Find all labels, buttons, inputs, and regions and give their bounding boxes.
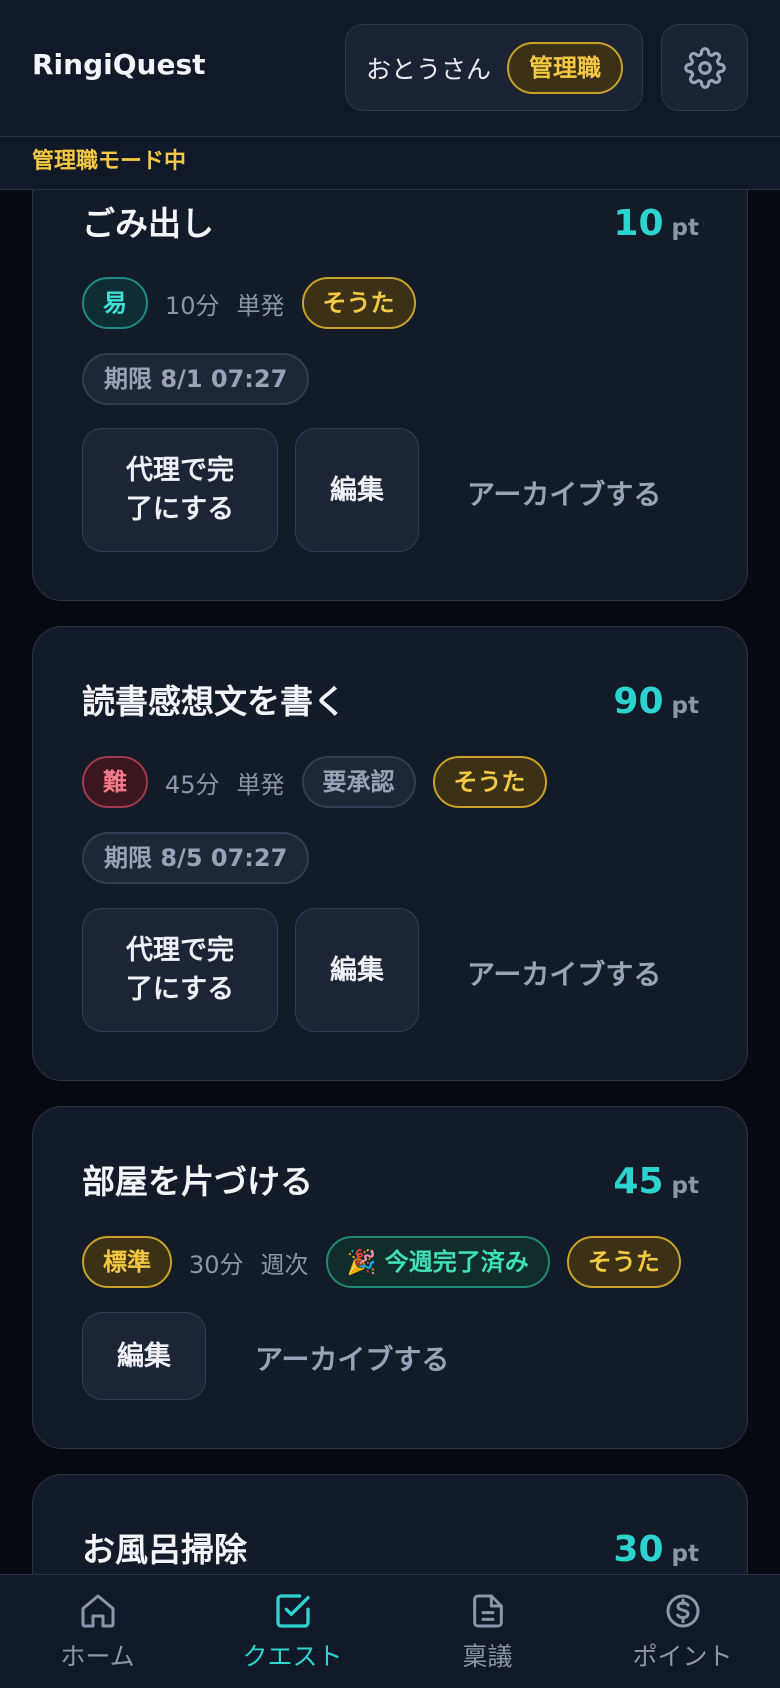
nav-label: ポイント bbox=[632, 1642, 733, 1671]
points-unit: pt bbox=[671, 1541, 699, 1567]
quest-tags: 難 45分 単発 要承認 そうた bbox=[82, 756, 547, 808]
points-unit: pt bbox=[671, 215, 699, 241]
points-unit: pt bbox=[671, 693, 699, 719]
approval-badge: 要承認 bbox=[301, 756, 416, 808]
assignee-badge: そうた bbox=[566, 1236, 681, 1288]
bottom-nav: ホーム クエスト 稟議 ポイント bbox=[0, 1574, 780, 1688]
archive-button[interactable]: アーカイブする bbox=[467, 953, 661, 993]
edit-button[interactable]: 編集 bbox=[295, 428, 419, 552]
deadline-badge: 期限 8/5 07:27 bbox=[82, 832, 310, 884]
coin-icon bbox=[666, 1594, 699, 1628]
frequency-label: 単発 bbox=[236, 770, 285, 799]
role-badge: 管理職 bbox=[507, 41, 624, 94]
app-header: RingiQuest おとうさん 管理職 bbox=[0, 0, 780, 137]
quest-title: お風呂掃除 bbox=[82, 1530, 247, 1569]
quest-title: 部屋を片づける bbox=[82, 1162, 313, 1201]
home-icon bbox=[81, 1594, 114, 1628]
nav-home[interactable]: ホーム bbox=[0, 1575, 195, 1688]
quest-tags: 標準 30分 週次 🎉 今週完了済み そうた bbox=[82, 1236, 681, 1288]
nav-label: ホーム bbox=[60, 1642, 135, 1671]
archive-button[interactable]: アーカイブする bbox=[467, 473, 661, 513]
nav-label: 稟議 bbox=[462, 1642, 513, 1671]
user-name: おとうさん bbox=[366, 54, 492, 84]
difficulty-badge: 易 bbox=[82, 277, 148, 329]
quest-card: 読書感想文を書く 90 pt 難 45分 単発 要承認 そうた 期限 8/5 07… bbox=[32, 626, 748, 1081]
gear-icon bbox=[683, 46, 726, 89]
manager-mode-banner: 管理職モード中 bbox=[0, 137, 780, 190]
nav-quest[interactable]: クエスト bbox=[195, 1575, 390, 1688]
weekly-done-badge: 🎉 今週完了済み bbox=[325, 1236, 550, 1288]
points-value: 10 bbox=[613, 203, 664, 244]
quest-points: 90 pt bbox=[613, 681, 699, 722]
duration-label: 30分 bbox=[189, 1250, 244, 1279]
quest-tags: 易 10分 単発 そうた bbox=[82, 277, 416, 329]
proxy-complete-button[interactable]: 代理で完了にする bbox=[82, 428, 278, 552]
check-square-icon bbox=[275, 1594, 310, 1628]
app-title: RingiQuest bbox=[32, 48, 206, 81]
quest-card: 部屋を片づける 45 pt 標準 30分 週次 🎉 今週完了済み そうた 編集 ア… bbox=[32, 1106, 748, 1449]
nav-label: クエスト bbox=[242, 1642, 343, 1671]
nav-ringi[interactable]: 稟議 bbox=[390, 1575, 585, 1688]
points-value: 45 bbox=[613, 1161, 664, 1202]
edit-button[interactable]: 編集 bbox=[82, 1312, 206, 1400]
duration-label: 45分 bbox=[165, 770, 220, 799]
deadline-badge: 期限 8/1 07:27 bbox=[82, 353, 310, 405]
user-switcher[interactable]: おとうさん 管理職 bbox=[345, 24, 643, 111]
assignee-badge: そうた bbox=[301, 277, 416, 329]
quest-points: 10 pt bbox=[613, 203, 699, 244]
archive-button[interactable]: アーカイブする bbox=[255, 1338, 449, 1378]
points-unit: pt bbox=[671, 1173, 699, 1199]
quest-points: 45 pt bbox=[613, 1161, 699, 1202]
document-icon bbox=[472, 1594, 503, 1628]
edit-button[interactable]: 編集 bbox=[295, 908, 419, 1032]
points-value: 30 bbox=[613, 1529, 664, 1570]
assignee-badge: そうた bbox=[432, 756, 547, 808]
difficulty-badge: 標準 bbox=[82, 1236, 172, 1288]
duration-label: 10分 bbox=[165, 291, 220, 320]
quest-card: ごみ出し 10 pt 易 10分 単発 そうた 期限 8/1 07:27 代理で完… bbox=[32, 150, 748, 601]
quest-title: 読書感想文を書く bbox=[82, 682, 346, 721]
quest-screen: RingiQuest おとうさん 管理職 管理職モード中 ごみ出し 10 pt 易… bbox=[0, 0, 780, 1688]
proxy-complete-button[interactable]: 代理で完了にする bbox=[82, 908, 278, 1032]
quest-title: ごみ出し bbox=[82, 204, 214, 243]
frequency-label: 単発 bbox=[236, 291, 285, 320]
points-value: 90 bbox=[613, 681, 664, 722]
difficulty-badge: 難 bbox=[82, 756, 148, 808]
nav-points[interactable]: ポイント bbox=[585, 1575, 780, 1688]
settings-button[interactable] bbox=[661, 24, 748, 111]
quest-points: 30 pt bbox=[613, 1529, 699, 1570]
frequency-label: 週次 bbox=[260, 1250, 309, 1279]
